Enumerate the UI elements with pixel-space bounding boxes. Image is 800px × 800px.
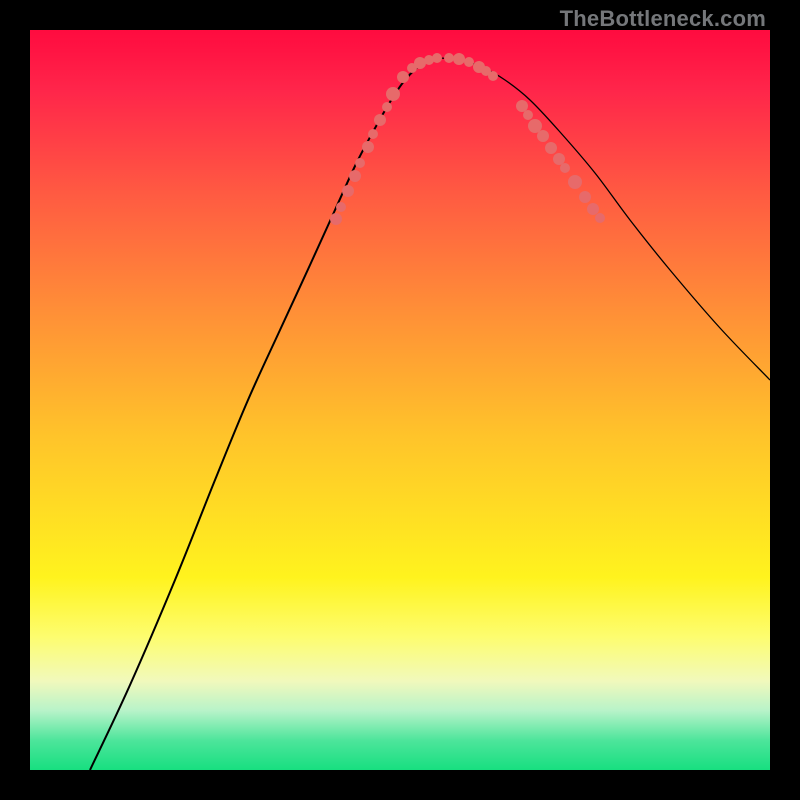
data-marker <box>464 57 474 67</box>
data-marker <box>545 142 557 154</box>
data-marker <box>432 53 442 63</box>
data-marker <box>362 141 374 153</box>
data-marker <box>553 153 565 165</box>
data-marker <box>368 129 378 139</box>
data-marker <box>453 53 465 65</box>
data-marker <box>537 130 549 142</box>
curve-right <box>440 58 770 380</box>
data-marker <box>568 175 582 189</box>
data-marker <box>587 203 599 215</box>
data-marker <box>523 110 533 120</box>
curve-left <box>90 58 440 770</box>
chart-svg <box>30 30 770 770</box>
data-marker <box>386 87 400 101</box>
data-marker <box>444 53 454 63</box>
data-marker <box>330 213 342 225</box>
data-marker <box>516 100 528 112</box>
data-marker <box>579 191 591 203</box>
data-marker <box>595 213 605 223</box>
data-marker <box>349 170 361 182</box>
data-marker <box>336 202 346 212</box>
data-marker <box>560 163 570 173</box>
watermark-text: TheBottleneck.com <box>560 6 766 32</box>
data-marker <box>374 114 386 126</box>
data-marker <box>397 71 409 83</box>
data-marker <box>342 185 354 197</box>
chart-plot-area <box>30 30 770 770</box>
marker-group <box>330 53 605 225</box>
data-marker <box>488 71 498 81</box>
data-marker <box>382 102 392 112</box>
data-marker <box>355 158 365 168</box>
